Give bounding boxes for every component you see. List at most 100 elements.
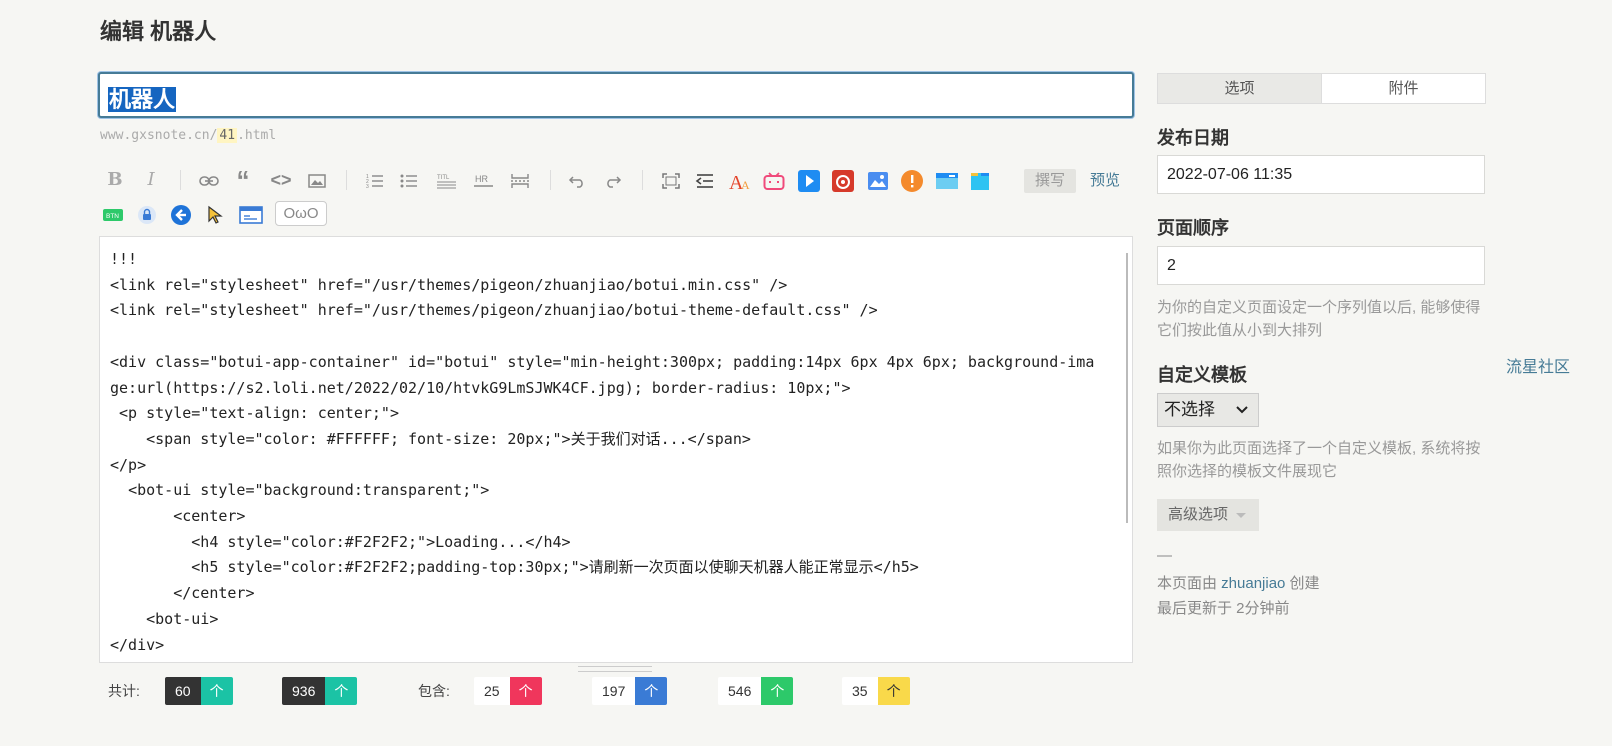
undo-icon (568, 176, 583, 188)
lock-icon (138, 206, 156, 225)
gallery-icon (868, 172, 888, 191)
fullscreen-icon (662, 173, 680, 189)
svg-text:3: 3 (366, 184, 369, 190)
custom-template-description: 如果你为此页面选择了一个自定义模板, 系统将按照你选择的模板文件展现它 (1157, 440, 1481, 480)
stat-label: 个数字 (877, 677, 910, 705)
stat-label: 个文字 (509, 677, 542, 705)
toolbar-separator (642, 170, 643, 190)
tab-attachments[interactable]: 附件 (1322, 74, 1485, 103)
card-icon (936, 173, 958, 190)
advanced-options-button[interactable]: 高级选项 (1157, 499, 1259, 531)
stat-label: 个字数 (200, 677, 233, 705)
page-order-description: 为你的自定义页面设定一个序列值以后, 能够使得它们按此值从小到大排列 (1157, 299, 1481, 339)
hidden-content-button[interactable] (136, 200, 158, 228)
undo-button[interactable] (566, 166, 588, 194)
heading-icon: TITL (437, 175, 456, 189)
publish-date-input[interactable]: 2022-07-06 11:35 (1157, 155, 1485, 194)
preview-mode-tab[interactable]: 预览 (1090, 169, 1120, 193)
tab-options[interactable]: 选项 (1158, 74, 1322, 103)
netease-music-icon (832, 170, 854, 193)
unordered-list-icon (400, 174, 417, 188)
content-textarea[interactable]: !!! <link rel="stylesheet" href="/usr/th… (99, 236, 1133, 663)
content-text: !!! <link rel="stylesheet" href="/usr/th… (110, 250, 1095, 654)
contains-label: 包含: (418, 683, 450, 699)
last-updated: 最后更新于 2分钟前 (1157, 600, 1290, 617)
alert-icon (901, 170, 923, 193)
outdent-button[interactable] (694, 166, 716, 194)
chevron-down-icon (1236, 406, 1248, 414)
tab-block-button[interactable] (968, 166, 992, 194)
image-button[interactable] (306, 166, 328, 194)
stat-char-count: 936 个字符 (282, 677, 358, 705)
card-button[interactable] (934, 166, 960, 194)
created-prefix: 本页面由 (1157, 575, 1222, 592)
stat-value: 60 (165, 677, 201, 705)
stat-label: 个符号 (635, 677, 668, 705)
stat-label: 个字符 (325, 677, 358, 705)
editor-scrollbar[interactable] (1126, 253, 1128, 523)
more-button[interactable] (508, 166, 532, 194)
title-input[interactable]: 机器人 (98, 72, 1134, 118)
editor-toolbar: B I “ <> 123 TITL HR AA (100, 166, 1134, 196)
stat-value: 936 (282, 677, 326, 705)
redo-icon (607, 176, 622, 188)
total-label: 共计: (108, 683, 140, 699)
write-mode-tab[interactable]: 撰写 (1024, 169, 1076, 193)
font-color-button[interactable]: AA (728, 166, 752, 194)
custom-template-selected: 不选择 (1164, 400, 1215, 419)
back-circle-icon (171, 205, 191, 226)
netease-music-button[interactable] (831, 166, 855, 194)
meta-dash: — (1157, 547, 1172, 564)
author-link[interactable]: zhuanjiao (1221, 575, 1285, 592)
svg-text:A: A (741, 178, 750, 191)
stat-symbol-count: 197 个符号 (592, 677, 668, 705)
hr-icon: HR (474, 174, 493, 187)
window-button[interactable] (238, 200, 264, 228)
gallery-button[interactable] (866, 166, 890, 194)
bold-button[interactable]: B (104, 166, 126, 194)
emoji-owo-button[interactable]: OωO (275, 201, 327, 226)
stat-digit-count: 35 个数字 (842, 677, 910, 705)
custom-template-label: 自定义模板 (1157, 365, 1247, 385)
publish-date-label: 发布日期 (1157, 128, 1229, 148)
btn-badge-icon: BTN (103, 209, 123, 222)
ordered-list-button[interactable]: 123 (364, 166, 386, 194)
svg-text:BTN: BTN (106, 213, 119, 220)
toolbar-separator (346, 170, 347, 190)
cursor-pointer-icon (208, 206, 223, 225)
caret-down-icon (1236, 513, 1246, 518)
font-color-icon: AA (729, 172, 750, 194)
custom-template-select[interactable]: 不选择 (1157, 393, 1259, 427)
button-insert-button[interactable]: BTN (102, 200, 124, 228)
svg-text:HR: HR (475, 174, 488, 184)
permalink-slug-input[interactable]: 41 (217, 128, 238, 143)
bilibili-button[interactable] (762, 166, 786, 194)
video-play-icon (798, 170, 820, 193)
link-button[interactable] (198, 166, 220, 194)
return-button[interactable] (170, 200, 192, 228)
video-button[interactable] (797, 166, 821, 194)
heading-button[interactable]: TITL (434, 166, 460, 194)
title-input-value: 机器人 (108, 87, 177, 112)
image-icon (308, 174, 326, 188)
page-title: 编辑 机器人 (100, 19, 217, 44)
stat-value: 546 (718, 677, 762, 705)
page-break-icon (511, 174, 529, 189)
permalink: www.gxsnote.cn/41 .html (100, 128, 276, 143)
editor-resize-handle[interactable] (578, 666, 652, 672)
page-order-input[interactable]: 2 (1157, 246, 1485, 285)
link-icon (199, 176, 219, 187)
cursor-button[interactable] (204, 200, 226, 228)
toolbar-separator (550, 170, 551, 190)
code-button[interactable]: <> (268, 166, 294, 194)
alert-button[interactable] (900, 166, 924, 194)
quote-button[interactable]: “ (232, 166, 254, 194)
fullscreen-button[interactable] (660, 166, 682, 194)
page-order-label: 页面顺序 (1157, 218, 1229, 238)
community-link[interactable]: 流星社区 (1506, 353, 1570, 377)
italic-button[interactable]: I (140, 166, 162, 194)
stat-letter-count: 546 个字母 (718, 677, 794, 705)
hr-button[interactable]: HR (472, 166, 496, 194)
unordered-list-button[interactable] (398, 166, 420, 194)
redo-button[interactable] (602, 166, 624, 194)
